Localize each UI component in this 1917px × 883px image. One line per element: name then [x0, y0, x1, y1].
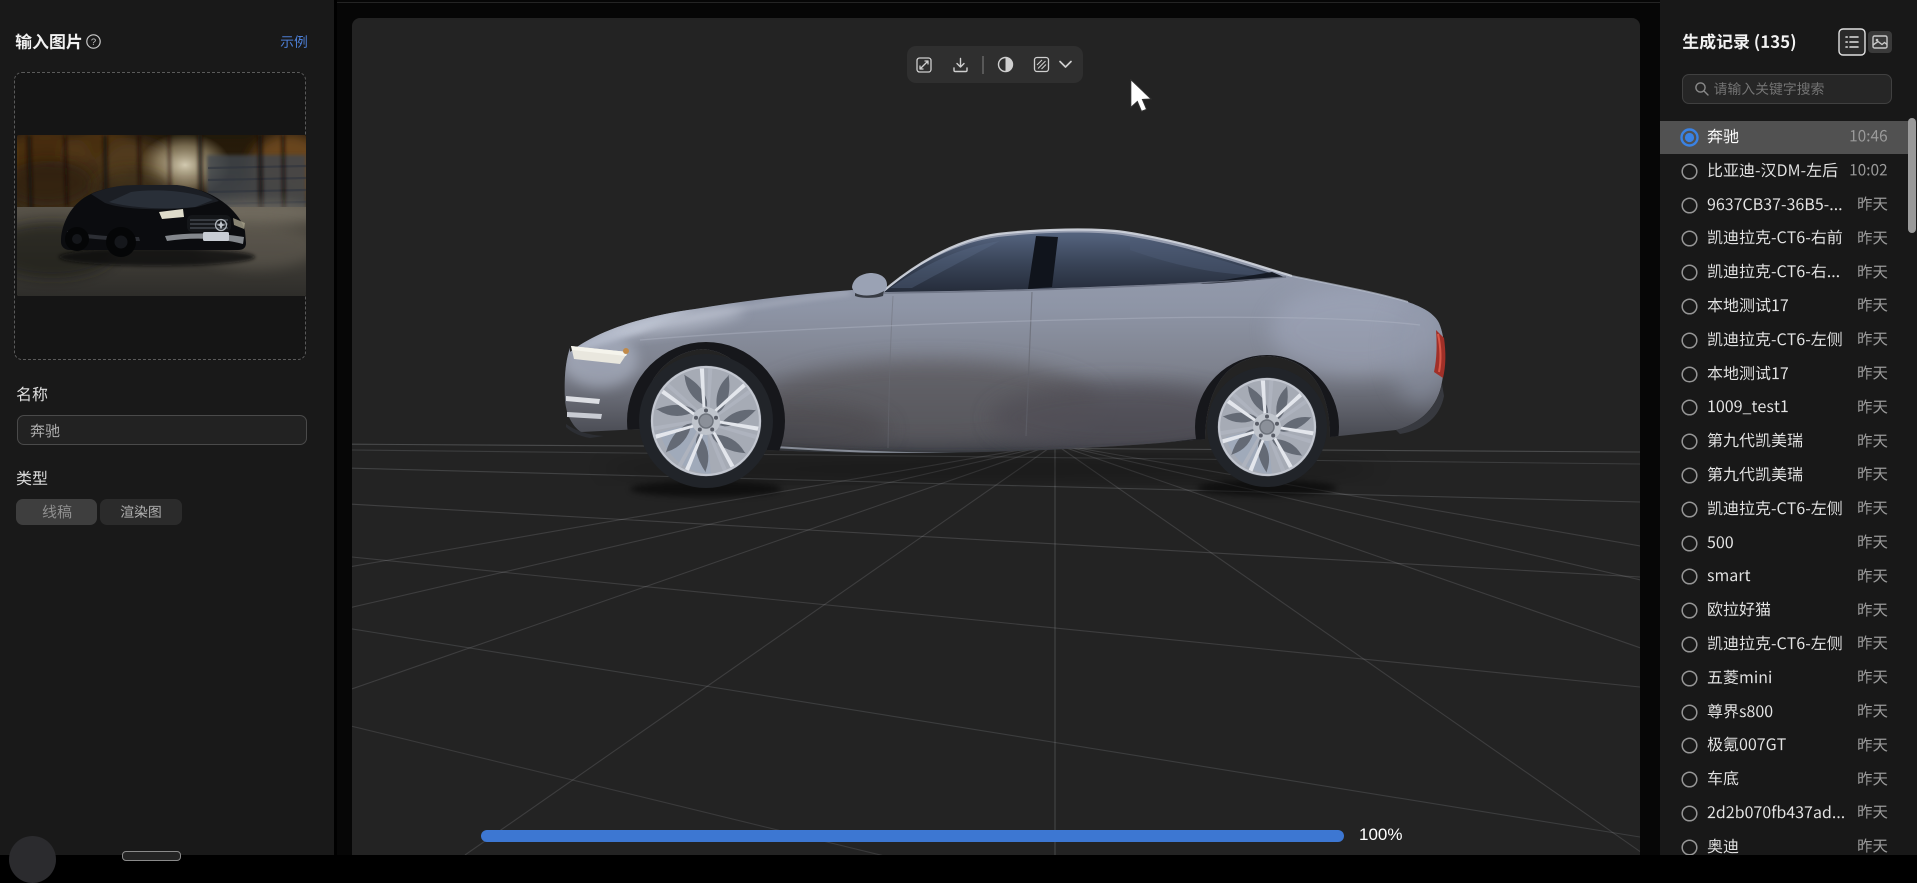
- svg-text:?: ?: [91, 37, 96, 48]
